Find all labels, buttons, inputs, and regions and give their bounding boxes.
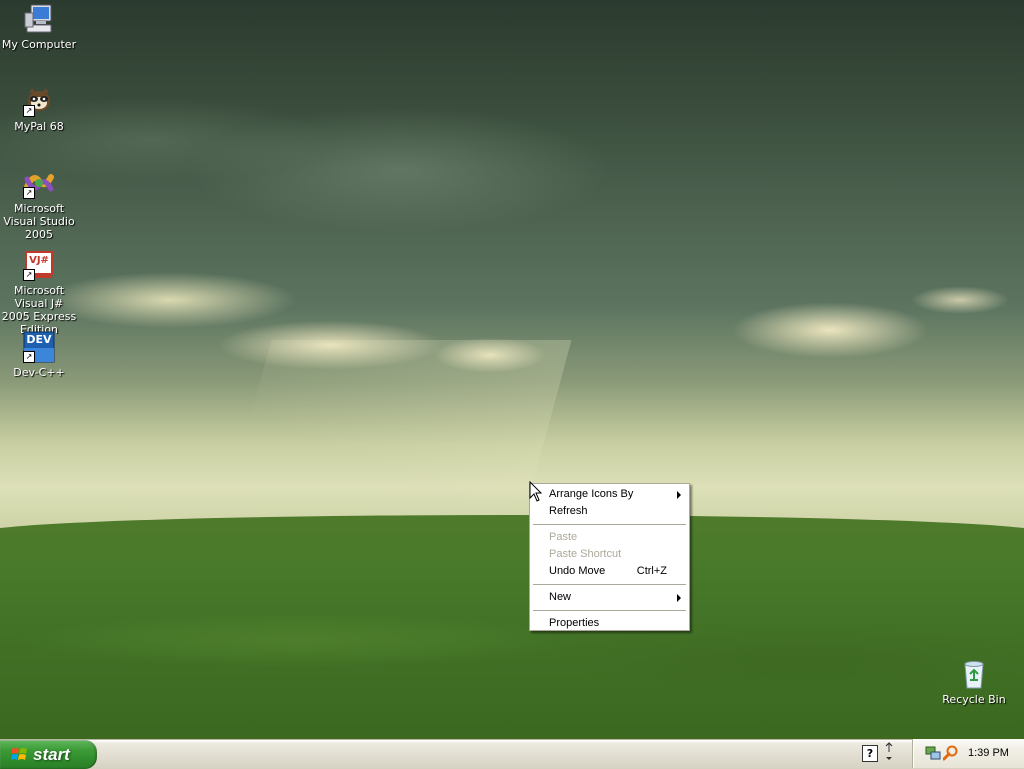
windows-flag-icon <box>11 748 27 760</box>
vjsharp-badge: VJ# <box>29 255 49 266</box>
desktop-icon-visual-studio[interactable]: ↗ Microsoft Visual Studio 2005 <box>0 167 78 241</box>
menu-item-label: Paste <box>549 531 578 543</box>
help-icon[interactable]: ? <box>862 745 878 762</box>
desktop-icon-mypal[interactable]: ↗ MyPal 68 <box>0 85 78 133</box>
submenu-arrow-icon <box>677 594 681 602</box>
desktop-context-menu: Arrange Icons By Refresh Paste Paste Sho… <box>529 483 690 631</box>
menu-item-label: Properties <box>549 617 600 629</box>
shortcut-arrow-icon: ↗ <box>23 351 35 363</box>
menu-item-arrange-icons-by[interactable]: Arrange Icons By <box>532 486 687 503</box>
menu-item-label: Paste Shortcut <box>549 548 622 560</box>
network-tray-icon[interactable] <box>925 745 941 761</box>
menu-separator <box>533 584 686 585</box>
vjsharp-icon: VJ# ↗ <box>23 249 55 281</box>
menu-item-new[interactable]: New <box>532 589 687 606</box>
my-computer-icon <box>23 3 55 35</box>
shortcut-arrow-icon: ↗ <box>23 187 35 199</box>
desktop-icon-label: MyPal 68 <box>14 120 64 133</box>
desktop-icon-my-computer[interactable]: My Computer <box>0 3 78 51</box>
menu-item-properties[interactable]: Properties <box>532 615 687 632</box>
desktop-icon-vjsharp[interactable]: VJ# ↗ Microsoft Visual J# 2005 Express E… <box>0 249 78 336</box>
recycle-bin-icon <box>958 658 990 690</box>
menu-item-label: Arrange Icons By <box>549 488 634 500</box>
menu-item-label: New <box>549 591 572 603</box>
submenu-arrow-icon <box>677 491 681 499</box>
visual-studio-icon: ↗ <box>23 167 55 199</box>
desktop-wallpaper[interactable] <box>0 0 1024 740</box>
menu-item-paste-shortcut[interactable]: Paste Shortcut <box>532 546 687 563</box>
start-button[interactable]: start <box>0 740 97 769</box>
desktop-icon-label: Dev-C++ <box>13 366 65 379</box>
menu-item-paste[interactable]: Paste <box>532 529 687 546</box>
shortcut-arrow-icon: ↗ <box>23 269 35 281</box>
menu-item-refresh[interactable]: Refresh <box>532 503 687 520</box>
mypal-icon: ↗ <box>23 85 55 117</box>
wallpaper-grass <box>0 600 1024 740</box>
desktop-icon-recycle-bin[interactable]: Recycle Bin <box>935 658 1013 706</box>
desktop-icon-label: My Computer <box>1 38 77 51</box>
menu-item-shortcut: Ctrl+Z <box>636 565 667 577</box>
menu-separator <box>533 610 686 611</box>
tray-expand-icon[interactable] <box>884 742 894 764</box>
shortcut-arrow-icon: ↗ <box>23 105 35 117</box>
search-tray-icon[interactable] <box>943 745 959 761</box>
desktop-icon-label: Recycle Bin <box>942 693 1006 706</box>
desktop-icon-devcpp[interactable]: DEV ↗ Dev-C++ <box>0 331 78 379</box>
mouse-cursor-icon <box>529 481 543 502</box>
desktop-icon-label: Microsoft Visual J# 2005 Express Edition <box>1 284 77 336</box>
menu-separator <box>533 524 686 525</box>
wallpaper-sun-rays <box>228 340 572 500</box>
start-label: start <box>33 745 70 764</box>
menu-item-label: Undo Move <box>549 565 606 577</box>
devcpp-icon: DEV ↗ <box>23 331 55 363</box>
menu-item-label: Refresh <box>549 505 588 517</box>
devcpp-badge: DEV <box>26 333 52 346</box>
desktop-icon-label: Microsoft Visual Studio 2005 <box>3 202 75 241</box>
menu-item-undo-move[interactable]: Undo Move Ctrl+Z <box>532 563 687 580</box>
taskbar-clock[interactable]: 1:39 PM <box>968 739 1009 768</box>
